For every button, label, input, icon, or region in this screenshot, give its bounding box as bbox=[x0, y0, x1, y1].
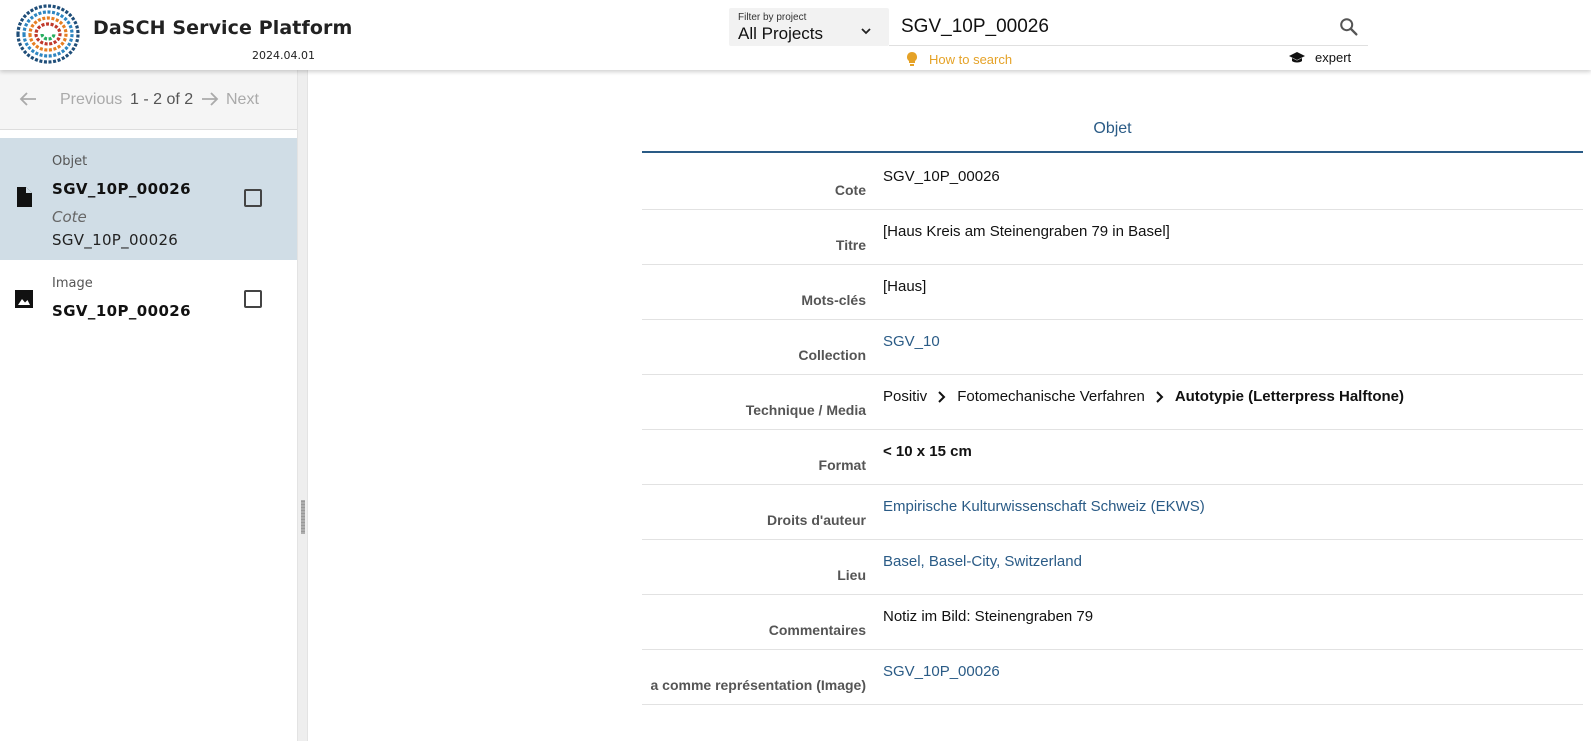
search-input[interactable] bbox=[901, 14, 1321, 40]
property-row: Commentaires Notiz im Bild: Steinengrabe… bbox=[642, 595, 1583, 650]
collection-link[interactable]: SGV_10 bbox=[883, 333, 940, 350]
image-icon bbox=[15, 290, 33, 308]
property-row: Titre [Haus Kreis am Steinengraben 79 in… bbox=[642, 210, 1583, 265]
crumb-current: Autotypie (Letterpress Halftone) bbox=[1174, 388, 1405, 405]
property-row: Lieu Basel, Basel-City, Switzerland bbox=[642, 540, 1583, 595]
result-prop-name: Cote bbox=[52, 208, 87, 226]
pager-range: 1 - 2 of 2 bbox=[130, 91, 194, 108]
list-item[interactable]: Image SGV_10P_00026 bbox=[0, 260, 297, 340]
grip-dots bbox=[301, 500, 305, 534]
search-field[interactable] bbox=[889, 8, 1368, 46]
property-value: [Haus] bbox=[883, 278, 927, 295]
chevron-down-icon bbox=[861, 28, 871, 35]
panel-resize-handle[interactable] bbox=[297, 70, 308, 741]
arrow-right-icon[interactable] bbox=[200, 90, 220, 108]
expert-label: expert bbox=[1315, 50, 1352, 65]
how-to-search-link[interactable]: How to search bbox=[905, 51, 1012, 67]
property-row: Droits d'auteur Empirische Kulturwissens… bbox=[642, 485, 1583, 540]
property-value: SGV_10P_00026 bbox=[883, 168, 1000, 185]
list-item[interactable]: Objet SGV_10P_00026 Cote SGV_10P_00026 bbox=[0, 138, 297, 260]
representation-link[interactable]: SGV_10P_00026 bbox=[883, 663, 1000, 680]
project-filter-select[interactable]: Filter by project All Projects bbox=[729, 8, 889, 46]
expert-search-toggle[interactable]: expert bbox=[1288, 50, 1351, 65]
results-sidebar: Previous 1 - 2 of 2 Next Objet SGV_10P_0… bbox=[0, 70, 297, 741]
property-label: Titre bbox=[835, 237, 866, 253]
pager: Previous 1 - 2 of 2 Next bbox=[0, 70, 297, 130]
top-bar: DaSCH Service Platform 2024.04.01 Filter… bbox=[0, 0, 1591, 70]
property-label: Technique / Media bbox=[745, 402, 866, 418]
result-label: SGV_10P_00026 bbox=[52, 302, 191, 320]
previous-button[interactable]: Previous bbox=[60, 91, 122, 109]
graduation-cap-icon bbox=[1289, 51, 1305, 62]
result-type: Objet bbox=[52, 154, 88, 169]
app-title: DaSCH Service Platform bbox=[93, 17, 353, 39]
tab-objet[interactable]: Objet bbox=[642, 108, 1583, 153]
lightbulb-icon bbox=[907, 52, 917, 66]
list-value-breadcrumb: Positiv Fotomechanische Verfahren Autoty… bbox=[883, 388, 1404, 405]
property-label: Droits d'auteur bbox=[766, 512, 866, 528]
property-value: [Haus Kreis am Steinengraben 79 in Basel… bbox=[883, 223, 1170, 240]
property-label: Cote bbox=[834, 182, 866, 198]
resource-viewer: Objet Cote SGV_10P_00026 Titre [Haus Kre… bbox=[308, 70, 1591, 741]
search-icon[interactable] bbox=[1338, 16, 1360, 38]
property-value: Notiz im Bild: Steinengraben 79 bbox=[883, 608, 1094, 625]
result-prop-value: SGV_10P_00026 bbox=[52, 231, 179, 249]
arrow-left-icon[interactable] bbox=[18, 90, 38, 108]
property-label: Format bbox=[818, 457, 866, 473]
filter-label: Filter by project bbox=[738, 12, 807, 23]
property-row: Technique / Media Positiv Fotomechanisch… bbox=[642, 375, 1583, 430]
property-label: Lieu bbox=[837, 567, 866, 583]
property-label: a comme représentation (Image) bbox=[650, 677, 866, 693]
property-label: Mots-clés bbox=[801, 292, 866, 308]
chevron-right-icon bbox=[1156, 390, 1164, 403]
result-checkbox[interactable] bbox=[244, 290, 262, 308]
document-icon bbox=[17, 187, 32, 207]
filter-value: All Projects bbox=[738, 24, 824, 43]
result-checkbox[interactable] bbox=[244, 189, 262, 207]
crumb: Positiv bbox=[883, 388, 928, 405]
how-to-search-label: How to search bbox=[929, 51, 1013, 67]
next-button[interactable]: Next bbox=[226, 91, 259, 109]
chevron-right-icon bbox=[938, 390, 946, 403]
property-row: Mots-clés [Haus] bbox=[642, 265, 1583, 320]
property-label: Collection bbox=[798, 347, 866, 363]
property-value: < 10 x 15 cm bbox=[883, 443, 972, 460]
dasch-logo[interactable] bbox=[11, 4, 85, 64]
property-row: Collection SGV_10 bbox=[642, 320, 1583, 375]
tab-label: Objet bbox=[1093, 120, 1132, 137]
result-type: Image bbox=[52, 276, 93, 291]
property-label: Commentaires bbox=[768, 622, 866, 638]
property-row: a comme représentation (Image) SGV_10P_0… bbox=[642, 650, 1583, 705]
app-version: 2024.04.01 bbox=[252, 49, 315, 62]
crumb: Fotomechanische Verfahren bbox=[957, 388, 1145, 405]
property-row: Cote SGV_10P_00026 bbox=[642, 155, 1583, 210]
result-label: SGV_10P_00026 bbox=[52, 180, 191, 198]
place-link[interactable]: Basel, Basel-City, Switzerland bbox=[883, 553, 1082, 570]
copyright-link[interactable]: Empirische Kulturwissenschaft Schweiz (E… bbox=[883, 498, 1205, 515]
property-row: Format < 10 x 15 cm bbox=[642, 430, 1583, 485]
